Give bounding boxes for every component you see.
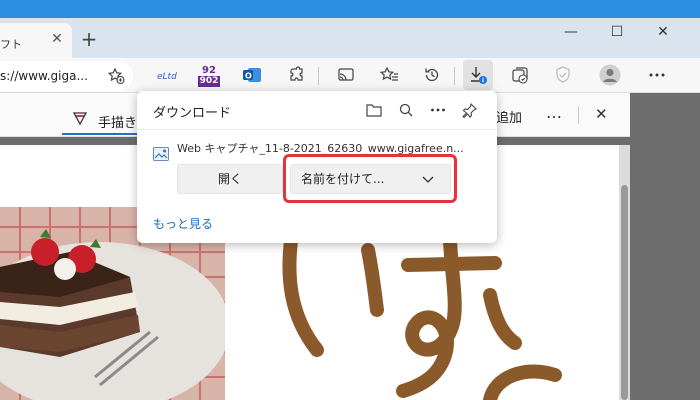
search-icon[interactable] xyxy=(395,99,417,121)
capture-close-icon[interactable]: ✕ xyxy=(595,105,608,123)
badge-top: 92 xyxy=(202,65,216,76)
draw-label: 手描き xyxy=(98,116,138,131)
favorites-icon[interactable] xyxy=(377,63,401,87)
more-icon[interactable] xyxy=(645,63,669,87)
browser-window: フト ✕ + — ☐ ✕ s://www.giga... eLtd 92 902… xyxy=(0,0,700,400)
browser-toolbar: s://www.giga... eLtd 92 902 O xyxy=(0,58,700,93)
puzzle-icon[interactable] xyxy=(284,63,308,87)
highlight-box xyxy=(283,154,457,203)
draw-tool-button[interactable]: 手描き xyxy=(62,99,142,135)
download-icon[interactable] xyxy=(463,60,493,90)
open-button[interactable]: 開く xyxy=(177,164,283,194)
pin-icon[interactable] xyxy=(459,99,481,121)
svg-text:O: O xyxy=(245,72,252,81)
open-folder-icon[interactable] xyxy=(363,99,385,121)
outlook-icon[interactable]: O xyxy=(240,63,264,87)
tab-title: フト xyxy=(0,38,22,51)
see-more-link[interactable]: もっと見る xyxy=(153,215,213,232)
minimize-button[interactable]: — xyxy=(556,22,586,42)
capture-divider xyxy=(578,106,579,124)
active-tab[interactable]: フト ✕ xyxy=(0,23,72,58)
badge-bottom: 902 xyxy=(197,76,221,87)
toolbar-divider xyxy=(454,67,455,85)
extension-icon[interactable]: eLtd xyxy=(155,63,179,87)
profile-icon[interactable] xyxy=(598,63,622,87)
close-window-button[interactable]: ✕ xyxy=(648,22,678,42)
capture-more-icon[interactable]: … xyxy=(546,103,562,122)
svg-text:eLtd: eLtd xyxy=(157,72,177,82)
address-url: s://www.giga... xyxy=(0,69,88,83)
file-image-icon xyxy=(153,146,169,165)
favorite-add-icon[interactable] xyxy=(104,64,128,88)
tab-close-icon[interactable]: ✕ xyxy=(48,30,66,48)
address-bar[interactable]: s://www.giga... xyxy=(0,61,133,91)
desktop-accent xyxy=(0,0,700,18)
downloads-title: ダウンロード xyxy=(153,106,232,121)
add-label[interactable]: 追加 xyxy=(496,107,522,126)
cast-icon[interactable] xyxy=(334,63,358,87)
shield-icon[interactable] xyxy=(551,63,575,87)
draw-icon xyxy=(72,112,88,126)
panel-more-icon[interactable] xyxy=(427,99,449,121)
vertical-scrollbar[interactable] xyxy=(619,145,630,400)
maximize-button[interactable]: ☐ xyxy=(602,22,632,42)
title-bar: フト ✕ + — ☐ ✕ xyxy=(0,18,700,58)
new-tab-button[interactable]: + xyxy=(78,28,100,50)
scrollbar-thumb[interactable] xyxy=(621,185,628,400)
counter-badge-icon[interactable]: 92 902 xyxy=(197,62,221,90)
history-icon[interactable] xyxy=(420,63,444,87)
downloads-divider xyxy=(137,129,497,130)
toolbar-divider xyxy=(318,67,319,85)
collections-icon[interactable] xyxy=(508,63,532,87)
